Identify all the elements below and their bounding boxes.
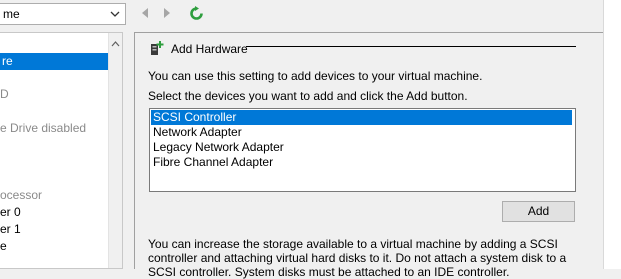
add-button[interactable]: Add xyxy=(502,201,575,222)
tree-item[interactable]: D xyxy=(0,86,9,103)
forward-arrow-icon[interactable] xyxy=(162,7,172,22)
refresh-icon[interactable] xyxy=(189,6,204,24)
description-line-2: Select the devices you want to add and c… xyxy=(148,89,468,103)
tree-item[interactable]: er 0 xyxy=(0,204,21,221)
device-listbox[interactable]: SCSI Controller Network Adapter Legacy N… xyxy=(149,108,576,192)
hardware-tree: re D e Drive disabled ocessor er 0 er 1 … xyxy=(0,32,123,269)
tree-item[interactable]: e xyxy=(0,238,7,255)
tree-item-selected[interactable]: re xyxy=(0,53,110,70)
tree-scrollbar[interactable] xyxy=(108,33,122,268)
toolbar: me xyxy=(0,0,603,30)
chevron-down-icon xyxy=(109,8,121,23)
panel-title: Add Hardware xyxy=(171,42,248,56)
tree-item[interactable]: ocessor xyxy=(0,187,42,204)
back-arrow-icon[interactable] xyxy=(140,7,150,22)
device-item-legacy-network-adapter[interactable]: Legacy Network Adapter xyxy=(151,140,284,155)
description-line-1: You can use this setting to add devices … xyxy=(148,69,483,83)
info-text: You can increase the storage available t… xyxy=(148,237,567,279)
vm-selector-value: me xyxy=(3,7,20,21)
device-item-network-adapter[interactable]: Network Adapter xyxy=(151,125,242,140)
device-item-fibre-channel-adapter[interactable]: Fibre Channel Adapter xyxy=(151,155,273,170)
add-hardware-icon xyxy=(149,39,165,60)
right-edge-strip xyxy=(603,0,621,269)
vm-selector[interactable]: me xyxy=(0,3,126,25)
header-divider xyxy=(246,46,576,47)
scroll-up-icon[interactable] xyxy=(111,36,120,50)
settings-panel: Add Hardware You can use this setting to… xyxy=(134,32,603,279)
tree-item[interactable]: e Drive disabled xyxy=(0,120,86,137)
device-item-scsi-controller[interactable]: SCSI Controller xyxy=(151,110,572,125)
tree-item[interactable]: er 1 xyxy=(0,221,21,238)
